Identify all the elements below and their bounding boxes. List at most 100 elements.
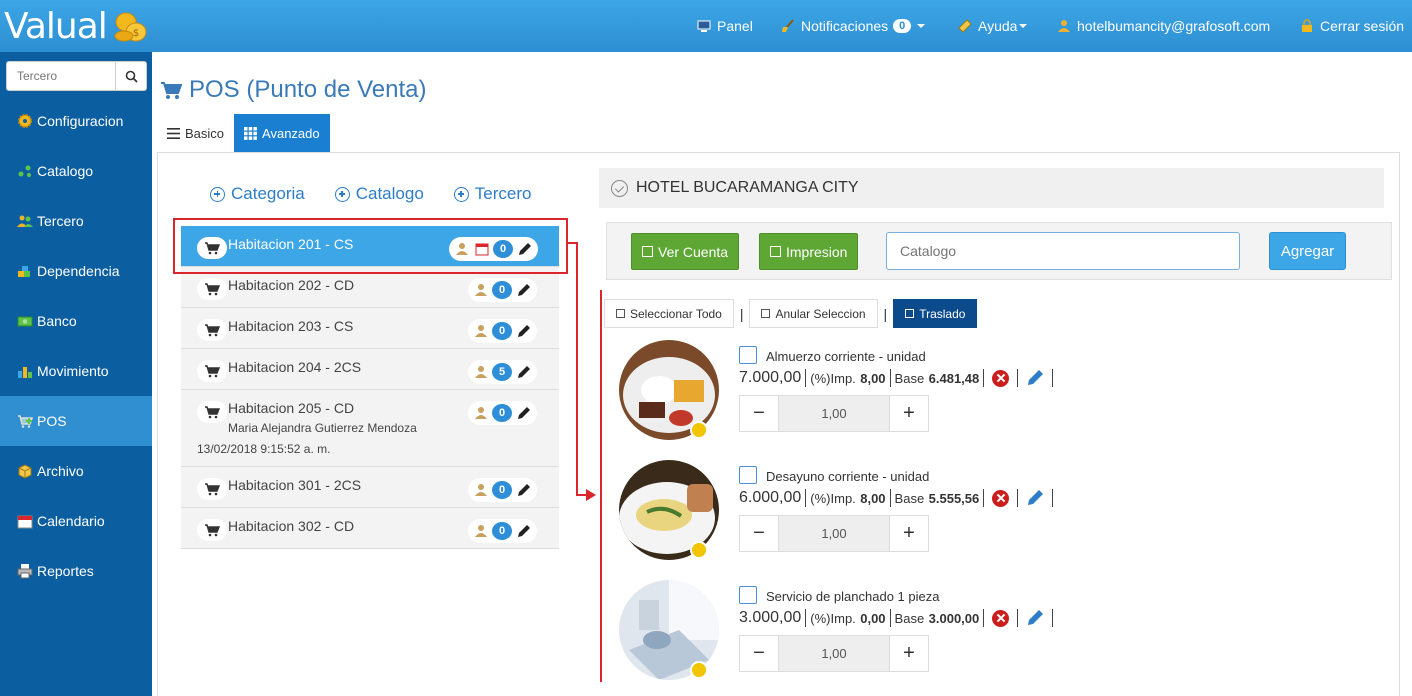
highlight-box — [173, 218, 568, 274]
pencil-icon[interactable] — [516, 524, 531, 539]
room-tools: 0 — [468, 278, 537, 302]
status-dot — [690, 541, 708, 559]
decrement-button[interactable]: − — [740, 396, 778, 431]
room-item[interactable]: Habitacion 301 - 2CS 0 — [181, 467, 559, 508]
calendar-icon — [17, 515, 33, 529]
user-icon[interactable] — [474, 483, 488, 497]
pencil-icon[interactable] — [516, 483, 531, 498]
nav-ayuda-label: Ayuda — [978, 18, 1018, 34]
user-icon[interactable] — [474, 324, 488, 338]
room-item[interactable]: Habitacion 203 - CS 0 — [181, 308, 559, 349]
nav-notificaciones[interactable]: Notificaciones 0 — [781, 0, 926, 52]
hotel-header: HOTEL BUCARAMANGA CITY — [599, 168, 1384, 208]
pencil-icon[interactable] — [1026, 609, 1044, 627]
sidebar-item-label: Reportes — [37, 563, 94, 579]
decrement-button[interactable]: − — [740, 516, 778, 551]
delete-icon[interactable] — [992, 609, 1010, 627]
sidebar-item-reportes[interactable]: Reportes — [0, 546, 152, 596]
annotation-line — [576, 242, 578, 496]
add-tercero-link[interactable]: Tercero — [453, 184, 531, 204]
room-item[interactable]: Habitacion 204 - 2CS 5 — [181, 349, 559, 390]
sidebar-item-label: Tercero — [37, 213, 84, 229]
room-count-badge: 5 — [492, 363, 512, 381]
impresion-label: Impresion — [786, 243, 848, 260]
room-count-badge: 0 — [492, 522, 512, 540]
search-input[interactable] — [7, 62, 115, 90]
search-button[interactable] — [115, 62, 146, 90]
user-icon[interactable] — [474, 365, 488, 379]
add-catalogo-link[interactable]: Catalogo — [334, 184, 424, 204]
pencil-icon[interactable] — [516, 365, 531, 380]
sidebar-item-configuracion[interactable]: Configuracion — [0, 96, 152, 146]
room-item[interactable]: Habitacion 302 - CD 0 — [181, 508, 559, 549]
pencil-icon[interactable] — [516, 324, 531, 339]
room-item[interactable]: Habitacion 205 - CD Maria Alejandra Guti… — [181, 390, 559, 467]
people-icon — [17, 215, 33, 227]
sidebar: Configuracion Catalogo Tercero Dependenc… — [0, 52, 152, 696]
user-icon[interactable] — [474, 406, 488, 420]
nav-ayuda[interactable]: Ayuda — [958, 0, 1028, 52]
app-logo[interactable]: Valual — [4, 6, 108, 47]
room-name: Habitacion 202 - CD — [228, 277, 355, 293]
nav-logout[interactable]: Cerrar sesión — [1300, 0, 1404, 52]
room-tools: 5 — [468, 360, 537, 384]
quantity-value[interactable]: 1,00 — [778, 396, 890, 431]
increment-button[interactable]: + — [890, 516, 928, 551]
product-item: Desayuno corriente - unidad 6.000,00 (%)… — [619, 460, 1379, 570]
tab-basico[interactable]: Basico — [157, 114, 234, 153]
catalogo-input[interactable] — [886, 232, 1240, 270]
decrement-button[interactable]: − — [740, 636, 778, 671]
order-toolbar: Ver Cuenta Impresion Agregar — [606, 222, 1392, 280]
product-price: 3.000,00 — [739, 609, 802, 626]
quantity-value[interactable]: 1,00 — [778, 636, 890, 671]
tax-label: (%)Imp. — [810, 490, 856, 506]
pencil-icon[interactable] — [516, 406, 531, 421]
ver-cuenta-label: Ver Cuenta — [658, 243, 729, 260]
nav-panel[interactable]: Panel — [697, 0, 753, 52]
delete-icon[interactable] — [992, 489, 1010, 507]
tax-value: 8,00 — [860, 370, 886, 386]
increment-button[interactable]: + — [890, 636, 928, 671]
add-categoria-link[interactable]: Categoria — [210, 184, 305, 204]
nav-user[interactable]: hotelbumancity@grafosoft.com — [1057, 0, 1270, 52]
product-checkbox[interactable] — [739, 346, 757, 364]
product-item: Almuerzo corriente - unidad 7.000,00 (%)… — [619, 340, 1379, 450]
anular-seleccion-button[interactable]: Anular Seleccion — [749, 299, 878, 328]
product-item: Servicio de planchado 1 pieza 3.000,00 (… — [619, 580, 1379, 690]
product-checkbox[interactable] — [739, 586, 757, 604]
quantity-value[interactable]: 1,00 — [778, 516, 890, 551]
user-icon[interactable] — [474, 283, 488, 297]
chevron-down-icon — [1019, 24, 1028, 28]
traslado-button[interactable]: Traslado — [893, 299, 978, 328]
sidebar-item-tercero[interactable]: Tercero — [0, 196, 152, 246]
seleccionar-todo-button[interactable]: Seleccionar Todo — [604, 299, 734, 328]
sidebar-item-dependencia[interactable]: Dependencia — [0, 246, 152, 296]
sidebar-item-catalogo[interactable]: Catalogo — [0, 146, 152, 196]
notification-count-badge: 0 — [893, 19, 912, 33]
product-checkbox[interactable] — [739, 466, 757, 484]
checkbox-icon — [905, 309, 915, 318]
impresion-button[interactable]: Impresion — [759, 233, 859, 270]
sidebar-item-banco[interactable]: Banco — [0, 296, 152, 346]
coins-icon: $ — [114, 12, 147, 42]
user-icon[interactable] — [474, 524, 488, 538]
increment-button[interactable]: + — [890, 396, 928, 431]
nav-panel-label: Panel — [717, 18, 753, 34]
tab-avanzado[interactable]: Avanzado — [234, 114, 330, 153]
pencil-icon[interactable] — [1026, 489, 1044, 507]
ver-cuenta-button[interactable]: Ver Cuenta — [631, 233, 740, 270]
room-count-badge: 0 — [492, 322, 512, 340]
pencil-icon[interactable] — [516, 283, 531, 298]
sidebar-item-movimiento[interactable]: Movimiento — [0, 346, 152, 396]
pencil-icon[interactable] — [1026, 369, 1044, 387]
sidebar-item-pos[interactable]: POS — [0, 396, 152, 446]
product-price-line: 6.000,00 (%)Imp. 8,00 Base 5.555,56 — [739, 489, 1057, 507]
nav-logout-label: Cerrar sesión — [1320, 18, 1405, 34]
agregar-button[interactable]: Agregar — [1269, 232, 1346, 270]
cart-icon — [197, 478, 227, 500]
delete-icon[interactable] — [992, 369, 1010, 387]
sidebar-item-archivo[interactable]: Archivo — [0, 446, 152, 496]
sidebar-search — [6, 61, 147, 91]
base-label: Base — [894, 370, 925, 386]
sidebar-item-calendario[interactable]: Calendario — [0, 496, 152, 546]
